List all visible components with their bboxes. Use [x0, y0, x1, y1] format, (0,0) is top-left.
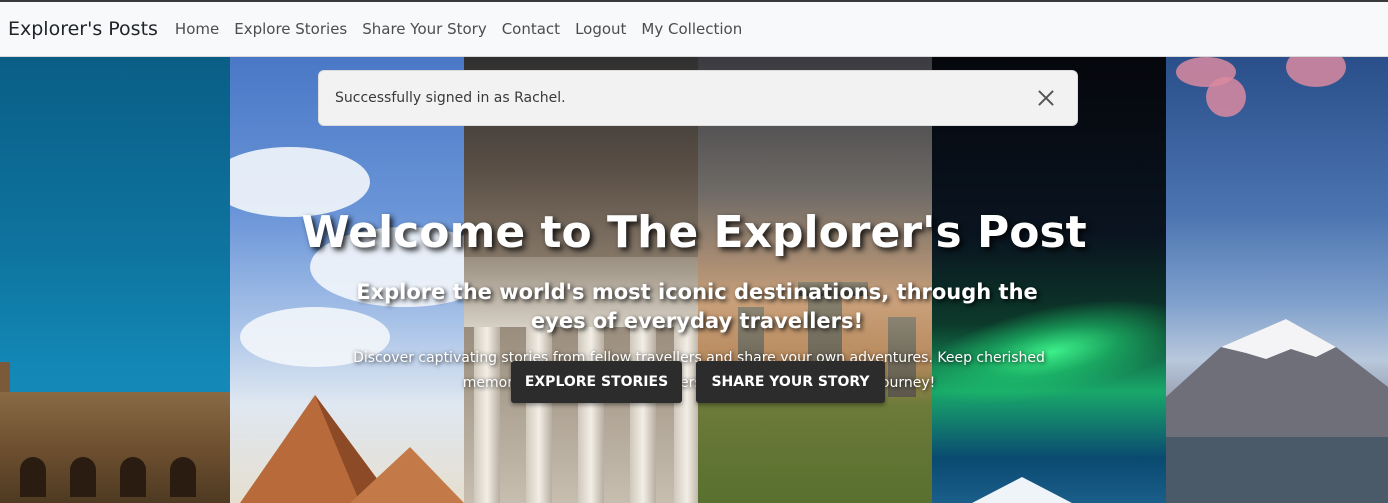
alert-message: Successfully signed in as Rachel. [335, 90, 566, 106]
hero-subtitle: Explore the world's most iconic destinat… [356, 280, 1038, 333]
signin-alert: Successfully signed in as Rachel. [318, 70, 1078, 126]
nav-links: Home Explore Stories Share Your Story Co… [175, 20, 757, 38]
hero-title: Welcome to The Explorer's Post [301, 207, 1087, 258]
close-icon[interactable] [1038, 90, 1054, 106]
brand-logo[interactable]: Explorer's Posts [8, 18, 158, 40]
nav-link-share-your-story[interactable]: Share Your Story [362, 20, 486, 38]
navbar: Explorer's Posts Home Explore Stories Sh… [0, 2, 1388, 57]
nav-link-contact[interactable]: Contact [502, 20, 560, 38]
explore-stories-button[interactable]: EXPLORE STORIES [511, 361, 682, 403]
hero-image-colosseum [0, 57, 230, 503]
hero-image-mount-fuji [1166, 57, 1388, 503]
nav-link-logout[interactable]: Logout [575, 20, 626, 38]
nav-link-explore-stories[interactable]: Explore Stories [234, 20, 347, 38]
nav-link-my-collection[interactable]: My Collection [641, 20, 742, 38]
share-your-story-button[interactable]: SHARE YOUR STORY [696, 361, 885, 403]
nav-link-home[interactable]: Home [175, 20, 219, 38]
